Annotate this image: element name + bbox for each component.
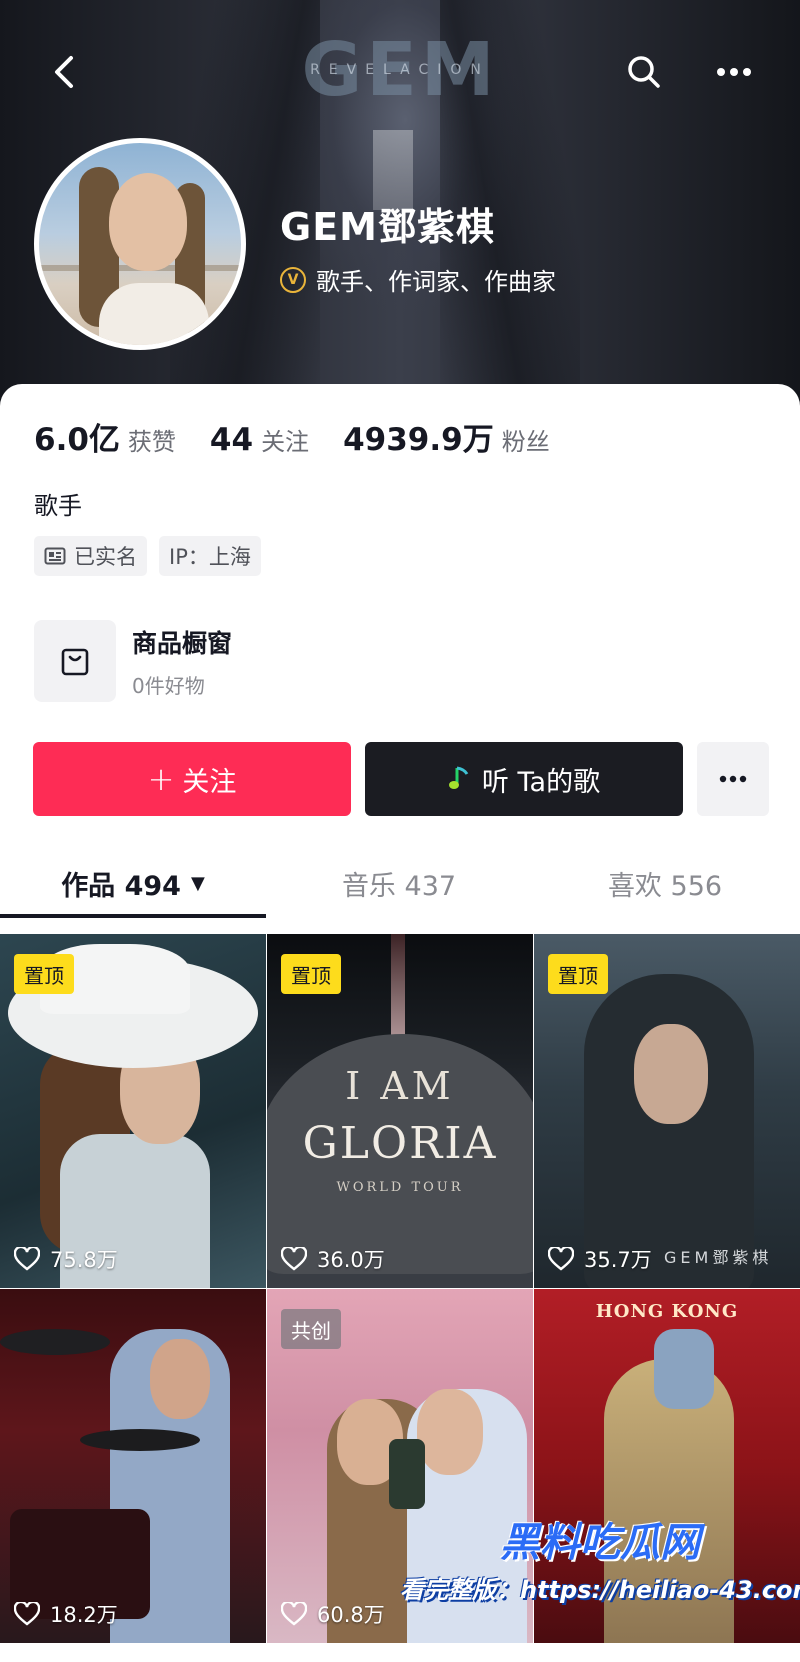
co-creation-badge: 共创	[281, 1309, 341, 1349]
like-count-text: 60.8万	[317, 1603, 385, 1627]
stat-followers[interactable]: 4939.9万 粉丝	[343, 414, 550, 459]
like-count-text: 18.2万	[50, 1603, 118, 1627]
content-tabs: 作品 494 ▼ 音乐 437 喜欢 556	[0, 848, 800, 918]
more-horizontal-icon	[717, 68, 751, 76]
music-note-icon	[448, 766, 469, 789]
more-actions-button[interactable]	[697, 742, 769, 816]
video-thumbnail[interactable]: 18.2万	[0, 1289, 266, 1643]
like-count: 36.0万	[281, 1244, 385, 1274]
poster-text: I AM	[345, 1064, 455, 1108]
tab-label: 喜欢 556	[607, 870, 723, 902]
shop-window-entry[interactable]: 商品橱窗 0件好物	[34, 620, 232, 702]
like-count-text: 36.0万	[317, 1248, 385, 1272]
tab-music[interactable]: 音乐 437	[266, 848, 532, 918]
profile-name: GEM鄧紫棋	[280, 205, 495, 249]
more-horizontal-icon	[719, 775, 747, 783]
stat-label: 获赞	[127, 428, 176, 456]
caret-down-icon: ▼	[190, 872, 205, 894]
tab-works[interactable]: 作品 494 ▼	[0, 848, 266, 918]
video-thumbnail[interactable]: 置顶 75.8万	[0, 934, 266, 1288]
like-count: 35.7万	[548, 1244, 652, 1274]
tag-real-name: 已实名	[34, 536, 147, 576]
poster-text: HONG KONG	[595, 1301, 739, 1322]
id-card-icon	[44, 547, 66, 565]
heart-icon	[14, 1247, 40, 1271]
watermark-brand: 黑料吃瓜网	[500, 1520, 700, 1566]
bio-text: 歌手	[34, 492, 82, 520]
tag-text: 已实名	[74, 545, 137, 569]
back-button[interactable]	[40, 48, 88, 96]
profile-tags: 已实名 IP：上海	[34, 536, 273, 576]
watermark-url: 看完整版：https://heiliao-43.com	[400, 1576, 800, 1604]
listen-music-button[interactable]: 听 Ta的歌	[365, 742, 683, 816]
tag-ip-location: IP：上海	[159, 536, 261, 576]
tab-label: 音乐 437	[341, 870, 457, 902]
shop-title: 商品橱窗	[132, 628, 233, 658]
stat-label: 关注	[261, 428, 310, 456]
pinned-badge: 置顶	[14, 954, 74, 994]
poster-watermark: GEM鄧紫棋	[664, 1248, 773, 1267]
like-count: 18.2万	[14, 1599, 118, 1629]
tab-likes[interactable]: 喜欢 556	[532, 848, 798, 918]
verified-badge-icon: V	[280, 266, 306, 293]
tab-label: 作品 494	[61, 870, 181, 902]
pinned-badge: 置顶	[281, 954, 341, 994]
follow-button[interactable]: + 关注	[33, 742, 351, 816]
search-button[interactable]	[620, 48, 668, 96]
verification-row: V 歌手、作词家、作曲家	[280, 262, 556, 297]
more-options-button[interactable]	[710, 48, 758, 96]
plus-icon: +	[147, 760, 175, 798]
listen-music-label: 听 Ta的歌	[481, 766, 601, 798]
stat-label: 粉丝	[501, 428, 550, 456]
video-thumbnail[interactable]: GEM鄧紫棋 置顶 35.7万	[534, 934, 800, 1288]
poster-title: GLORIA	[302, 1118, 498, 1169]
pinned-badge: 置顶	[548, 954, 608, 994]
site-watermark: 黑料吃瓜网 看完整版：https://heiliao-43.com	[400, 1510, 800, 1605]
shop-subtitle: 0件好物	[132, 673, 205, 698]
follow-label: 关注	[182, 766, 237, 798]
shopping-bag-icon	[61, 648, 89, 676]
verification-text: 歌手、作词家、作曲家	[316, 268, 556, 296]
stat-value: 44	[209, 422, 254, 458]
heart-icon	[14, 1602, 40, 1626]
like-count-text: 75.8万	[50, 1248, 118, 1272]
heart-icon	[281, 1602, 307, 1626]
search-icon	[628, 56, 660, 88]
action-buttons: + 关注 听 Ta的歌	[33, 742, 769, 816]
shop-icon-box	[34, 620, 116, 702]
heart-icon	[281, 1247, 307, 1271]
like-count: 60.8万	[281, 1599, 385, 1629]
avatar[interactable]	[34, 138, 246, 350]
like-count-text: 35.7万	[584, 1248, 652, 1272]
profile-header-banner: GEM REVELACION GEM鄧紫棋 V 歌手、作词家、作曲家	[0, 0, 800, 420]
poster-subtitle: WORLD TOUR	[336, 1180, 464, 1195]
video-thumbnail[interactable]: I AM GLORIA WORLD TOUR 置顶 36.0万	[267, 934, 533, 1288]
heart-icon	[548, 1247, 574, 1271]
stat-likes: 6.0亿 获赞	[34, 414, 176, 459]
chevron-left-icon	[55, 56, 73, 88]
banner-subtitle: REVELACION	[310, 62, 490, 78]
stat-following[interactable]: 44 关注	[210, 422, 309, 458]
stat-value: 4939.9万	[343, 422, 494, 458]
like-count: 75.8万	[14, 1244, 118, 1274]
shop-text: 商品橱窗 0件好物	[132, 624, 232, 699]
stat-value: 6.0亿	[34, 422, 120, 458]
tag-text: IP：上海	[169, 545, 251, 569]
stats-row: 6.0亿 获赞 44 关注 4939.9万 粉丝	[34, 414, 584, 459]
